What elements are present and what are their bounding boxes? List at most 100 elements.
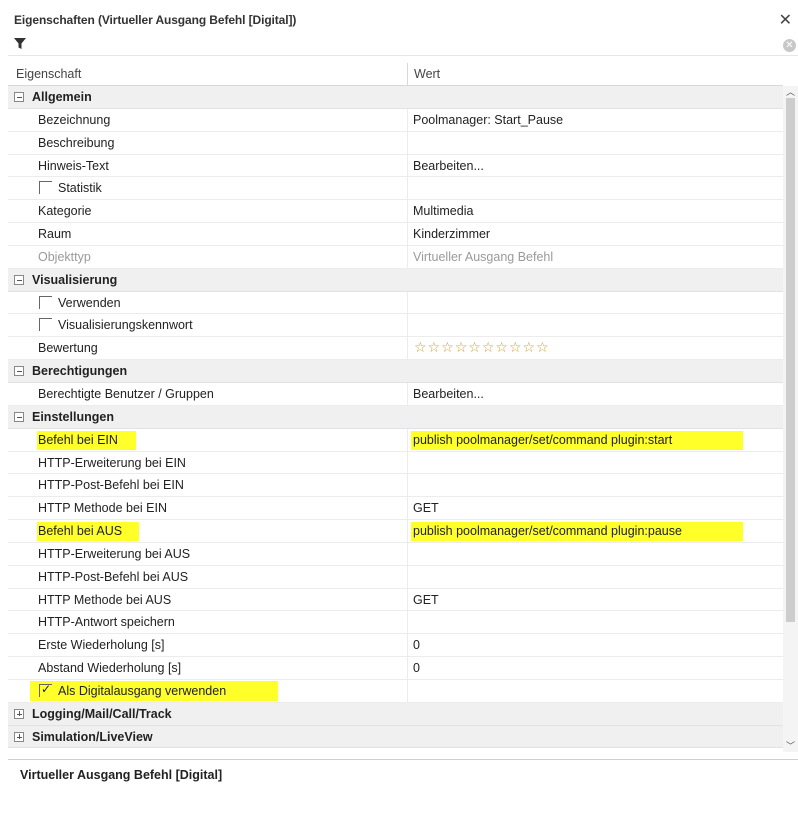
column-value-header[interactable]: Wert xyxy=(414,67,440,81)
property-row-bezeichnung[interactable]: Bezeichnung Poolmanager: Start_Pause xyxy=(8,108,783,132)
clear-filter-icon[interactable]: ✕ xyxy=(783,39,796,52)
column-divider[interactable] xyxy=(407,63,408,86)
category-einstellungen[interactable]: Einstellungen xyxy=(8,405,783,429)
window-title: Eigenschaften (Virtueller Ausgang Befehl… xyxy=(14,13,297,27)
star-icon[interactable]: ☆ xyxy=(428,340,441,354)
property-name: Objekttyp xyxy=(38,249,91,264)
property-name: Berechtigte Benutzer / Gruppen xyxy=(38,386,214,401)
property-name: Abstand Wiederholung [s] xyxy=(38,661,182,676)
property-row-hinweis-text[interactable]: Hinweis-Text Bearbeiten... xyxy=(8,154,783,178)
property-row-http-erweiterung-aus[interactable]: HTTP-Erweiterung bei AUS xyxy=(8,542,783,566)
star-icon[interactable]: ☆ xyxy=(495,340,508,354)
property-row-beschreibung[interactable]: Beschreibung xyxy=(8,131,783,155)
star-icon[interactable]: ☆ xyxy=(455,340,468,354)
property-row-bewertung[interactable]: Bewertung ☆ ☆ ☆ ☆ ☆ ☆ ☆ ☆ ☆ ☆ xyxy=(8,337,783,361)
column-header: Eigenschaft Wert xyxy=(8,63,783,86)
scroll-up-icon[interactable]: ︿ xyxy=(786,85,795,98)
property-name: HTTP-Erweiterung bei EIN xyxy=(38,455,186,470)
visualisierungskennwort-checkbox[interactable] xyxy=(39,318,52,332)
property-row-visualisierungskennwort[interactable]: Visualisierungskennwort xyxy=(8,314,783,338)
category-label: Berechtigungen xyxy=(32,364,128,379)
vertical-scrollbar[interactable]: ︿ ﹀ xyxy=(783,86,798,752)
property-row-http-post-ein[interactable]: HTTP-Post-Befehl bei EIN xyxy=(8,474,783,498)
scroll-thumb[interactable] xyxy=(786,98,795,622)
property-value[interactable]: Kinderzimmer xyxy=(413,227,490,241)
category-visualisierung[interactable]: Visualisierung xyxy=(8,268,783,292)
property-name: HTTP-Post-Befehl bei EIN xyxy=(38,478,184,493)
property-row-befehl-bei-aus[interactable]: Befehl bei AUS publish poolmanager/set/c… xyxy=(8,520,783,543)
property-name: Beschreibung xyxy=(38,135,115,150)
property-row-statistik[interactable]: Statistik xyxy=(8,177,783,201)
category-logging[interactable]: Logging/Mail/Call/Track xyxy=(8,702,783,726)
description-panel: Virtueller Ausgang Befehl [Digital] xyxy=(8,760,798,825)
property-row-verwenden[interactable]: Verwenden xyxy=(8,291,783,315)
als-digitalausgang-checkbox[interactable] xyxy=(39,682,52,697)
property-row-objekttyp: Objekttyp Virtueller Ausgang Befehl xyxy=(8,245,783,269)
property-value[interactable]: publish poolmanager/set/command plugin:s… xyxy=(413,433,672,447)
property-value[interactable]: GET xyxy=(413,593,439,607)
star-icon[interactable]: ☆ xyxy=(482,340,495,354)
property-row-berechtigte-benutzer[interactable]: Berechtigte Benutzer / Gruppen Bearbeite… xyxy=(8,382,783,406)
scroll-down-icon[interactable]: ﹀ xyxy=(786,739,795,752)
property-name: HTTP-Post-Befehl bei AUS xyxy=(38,569,189,584)
property-value[interactable]: Bearbeiten... xyxy=(413,159,484,173)
property-name: Befehl bei EIN xyxy=(38,432,118,447)
property-row-http-antwort[interactable]: HTTP-Antwort speichern xyxy=(8,611,783,635)
close-icon[interactable]: ✕ xyxy=(779,10,792,30)
property-name: Kategorie xyxy=(38,204,92,219)
property-row-http-post-aus[interactable]: HTTP-Post-Befehl bei AUS xyxy=(8,565,783,589)
property-value[interactable]: publish poolmanager/set/command plugin:p… xyxy=(413,524,682,538)
property-row-erste-wiederholung[interactable]: Erste Wiederholung [s] 0 xyxy=(8,634,783,658)
property-value[interactable]: Poolmanager: Start_Pause xyxy=(413,113,563,127)
category-label: Allgemein xyxy=(32,90,92,104)
category-simulation[interactable]: Simulation/LiveView xyxy=(8,725,783,749)
property-row-abstand-wiederholung[interactable]: Abstand Wiederholung [s] 0 xyxy=(8,657,783,680)
property-value[interactable]: Multimedia xyxy=(413,204,473,218)
star-icon[interactable]: ☆ xyxy=(414,340,427,354)
star-icon[interactable]: ☆ xyxy=(523,340,536,354)
category-allgemein[interactable]: Allgemein xyxy=(8,86,783,109)
property-value[interactable]: 0 xyxy=(413,638,420,652)
property-value: Virtueller Ausgang Befehl xyxy=(413,249,554,264)
title-bar: Eigenschaften (Virtueller Ausgang Befehl… xyxy=(0,0,798,36)
verwenden-checkbox[interactable] xyxy=(39,295,52,309)
property-name: Bewertung xyxy=(38,341,98,356)
property-name: Befehl bei AUS xyxy=(38,524,123,539)
property-grid: Eigenschaft Wert Allgemein Bezeichnung P… xyxy=(8,63,783,749)
star-icon[interactable]: ☆ xyxy=(509,340,522,354)
property-name: Statistik xyxy=(58,181,102,196)
property-name: HTTP Methode bei EIN xyxy=(38,501,167,516)
property-row-http-methode-aus[interactable]: HTTP Methode bei AUS GET xyxy=(8,588,783,612)
category-berechtigungen[interactable]: Berechtigungen xyxy=(8,360,783,383)
property-name: Raum xyxy=(38,227,72,242)
category-label: Simulation/LiveView xyxy=(32,729,153,744)
collapse-icon[interactable] xyxy=(14,274,24,285)
description-title: Virtueller Ausgang Befehl [Digital] xyxy=(20,768,223,782)
property-name: HTTP Methode bei AUS xyxy=(38,592,172,607)
property-value[interactable]: Bearbeiten... xyxy=(413,387,484,401)
category-label: Einstellungen xyxy=(32,409,114,424)
property-row-http-methode-ein[interactable]: HTTP Methode bei EIN GET xyxy=(8,497,783,521)
collapse-icon[interactable] xyxy=(14,411,24,422)
property-row-kategorie[interactable]: Kategorie Multimedia xyxy=(8,200,783,224)
property-row-raum[interactable]: Raum Kinderzimmer xyxy=(8,223,783,246)
star-icon[interactable]: ☆ xyxy=(536,340,549,354)
property-value[interactable]: GET xyxy=(413,501,439,515)
property-value[interactable]: 0 xyxy=(413,661,420,675)
statistik-checkbox[interactable] xyxy=(39,181,52,195)
property-row-als-digitalausgang[interactable]: Als Digitalausgang verwenden xyxy=(8,679,783,703)
expand-icon[interactable] xyxy=(14,731,24,742)
rating-stars[interactable]: ☆ ☆ ☆ ☆ ☆ ☆ ☆ ☆ ☆ ☆ xyxy=(414,340,549,354)
column-property-header[interactable]: Eigenschaft xyxy=(16,67,81,81)
property-name: HTTP-Antwort speichern xyxy=(38,615,175,630)
collapse-icon[interactable] xyxy=(14,366,24,377)
filter-icon[interactable] xyxy=(14,38,26,53)
property-name: Als Digitalausgang verwenden xyxy=(58,683,227,698)
star-icon[interactable]: ☆ xyxy=(468,340,481,354)
expand-icon[interactable] xyxy=(14,708,24,719)
property-row-befehl-bei-ein[interactable]: Befehl bei EIN publish poolmanager/set/c… xyxy=(8,428,783,452)
star-icon[interactable]: ☆ xyxy=(441,340,454,354)
collapse-icon[interactable] xyxy=(14,92,24,102)
property-row-http-erweiterung-ein[interactable]: HTTP-Erweiterung bei EIN xyxy=(8,451,783,475)
property-name: Verwenden xyxy=(58,295,121,310)
